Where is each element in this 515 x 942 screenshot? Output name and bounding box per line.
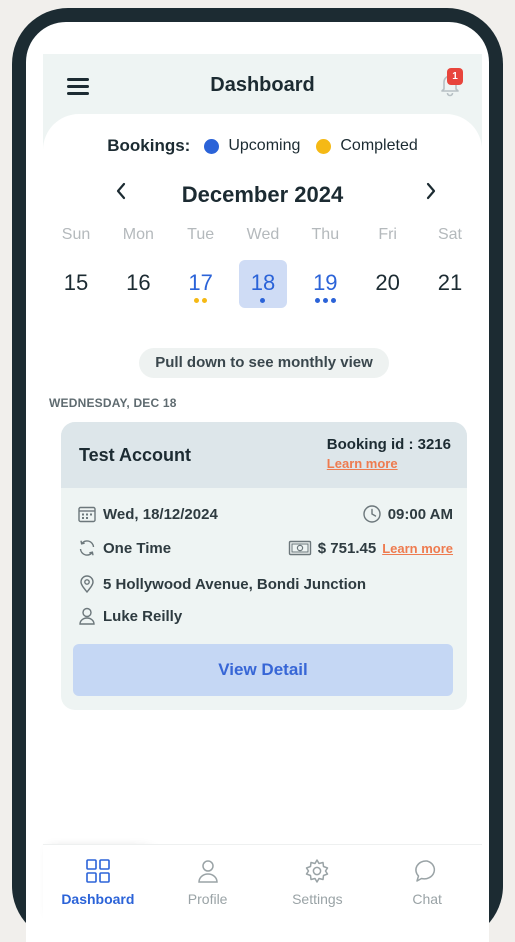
booking-card[interactable]: Test Account Booking id : 3216 Learn mor… [61, 422, 467, 710]
booking-dots [239, 298, 287, 303]
booking-dot [330, 298, 336, 303]
notification-bell[interactable]: 1 [435, 68, 465, 98]
booking-id-label: Booking id : 3216 [326, 436, 451, 453]
nav-settings[interactable]: Settings [263, 845, 373, 926]
booking-dots [301, 298, 349, 303]
account-name: Test Account [79, 445, 192, 465]
booking-time-row: 09:00 AM [362, 504, 453, 524]
bottom-navigation: Dashboard Profile Settings Chat [43, 844, 482, 926]
gear-icon [306, 859, 329, 883]
booking-address: 5 Hollywood Avenue, Bondi Junction [103, 575, 367, 593]
date-number: 17 [188, 270, 213, 295]
legend-title: Bookings: [107, 136, 191, 155]
booking-date-row: Wed, 18/12/2024 [77, 504, 218, 524]
dashboard-content: Bookings: Upcoming Completed December 20… [43, 114, 482, 912]
date-number: 19 [313, 270, 338, 295]
calendar-day[interactable]: Sun 15 [51, 226, 101, 308]
calendar-day[interactable]: Fri 20 [363, 226, 413, 308]
booking-dot [322, 298, 328, 303]
booking-date: Wed, 18/12/2024 [103, 505, 218, 523]
date-cell[interactable]: 16 [114, 260, 162, 308]
calendar-day[interactable]: Tue 17 [176, 226, 226, 308]
month-navigator: December 2024 [43, 180, 482, 210]
booking-dot [314, 298, 320, 303]
calendar-day[interactable]: Thu 19 [300, 226, 350, 308]
date-cell[interactable]: 20 [364, 260, 412, 308]
grid-icon [86, 859, 110, 883]
location-pin-icon [77, 574, 97, 594]
booking-time: 09:00 AM [387, 505, 453, 523]
booking-staff-row: Luke Reilly [77, 606, 182, 626]
chevron-left-icon [116, 182, 126, 200]
booking-id: Booking id : 3216 Learn more [327, 436, 451, 471]
day-of-week-label: Mon [122, 226, 154, 243]
prev-week-button[interactable] [109, 180, 133, 208]
booking-dots [177, 298, 225, 303]
booking-staff: Luke Reilly [103, 607, 183, 625]
user-icon [197, 860, 218, 883]
calendar-icon [77, 504, 97, 524]
date-number: 16 [126, 270, 151, 295]
date-number: 20 [375, 270, 400, 295]
price-learn-more-link[interactable]: Learn more [382, 541, 453, 556]
booking-card-header: Test Account Booking id : 3216 Learn mor… [61, 422, 467, 488]
date-cell[interactable]: 15 [52, 260, 100, 308]
booking-price-row: $ 751.45 Learn more [288, 538, 453, 558]
booking-frequency: One Time [103, 539, 172, 557]
notification-badge: 1 [447, 68, 463, 85]
nav-chat[interactable]: Chat [372, 845, 482, 926]
day-of-week-label: Wed [246, 226, 280, 243]
date-number: 21 [437, 270, 463, 295]
date-cell[interactable]: 21 [426, 260, 474, 308]
day-of-week-label: Thu [311, 226, 340, 243]
completed-dot [316, 138, 332, 154]
day-of-week-label: Sat [437, 226, 462, 243]
date-cell[interactable]: 17 [177, 260, 225, 308]
calendar-day[interactable]: Wed 18 [238, 226, 288, 308]
booking-dot [202, 298, 208, 303]
clock-icon [362, 504, 382, 524]
booking-dot [260, 298, 266, 303]
booking-dot [194, 298, 200, 303]
page-title: Dashboard [210, 74, 315, 96]
next-week-button[interactable] [419, 180, 443, 208]
date-cell[interactable]: 19 [301, 260, 349, 308]
upcoming-dot [204, 138, 220, 154]
screen: Dashboard 1 Bookings: Upcoming Completed… [26, 22, 489, 942]
booking-address-row: 5 Hollywood Avenue, Bondi Junction [77, 574, 366, 594]
booking-learn-more-link[interactable]: Learn more [327, 456, 451, 471]
booking-legend: Bookings: Upcoming Completed [43, 136, 482, 156]
legend-upcoming: Upcoming [204, 137, 300, 155]
nav-chat-label: Chat [412, 891, 442, 907]
booking-frequency-row: One Time [77, 538, 171, 558]
date-number: 15 [63, 270, 89, 295]
chat-icon [415, 860, 436, 882]
legend-completed: Completed [316, 137, 418, 155]
nav-settings-label: Settings [292, 891, 343, 907]
cash-icon [288, 538, 312, 558]
chevron-right-icon [426, 182, 436, 200]
day-of-week-label: Sun [61, 226, 91, 243]
pull-down-hint[interactable]: Pull down to see monthly view [139, 348, 389, 378]
selected-date[interactable]: 18 [238, 260, 287, 308]
week-strip: Sun 15 Mon 16 Tue 17 Wed 18 Thu 19 Fri 20 Sat 21 [51, 226, 475, 308]
calendar-day[interactable]: Sat 21 [425, 226, 475, 308]
calendar-day[interactable]: Mon 16 [113, 226, 163, 308]
day-of-week-label: Tue [187, 226, 215, 243]
selected-date-heading: WEDNESDAY, DEC 18 [49, 396, 177, 410]
legend-upcoming-label: Upcoming [228, 137, 301, 154]
legend-completed-label: Completed [340, 137, 418, 154]
nav-profile-label: Profile [187, 891, 228, 907]
nav-profile[interactable]: Profile [153, 845, 263, 926]
nav-dashboard[interactable]: Dashboard [43, 845, 153, 926]
date-number: 18 [250, 270, 276, 295]
user-icon [77, 606, 97, 626]
view-detail-button[interactable]: View Detail [73, 644, 453, 696]
nav-dashboard-label: Dashboard [61, 891, 135, 907]
booking-price: $ 751.45 [317, 539, 377, 557]
day-of-week-label: Fri [378, 226, 397, 243]
repeat-icon [77, 538, 97, 558]
